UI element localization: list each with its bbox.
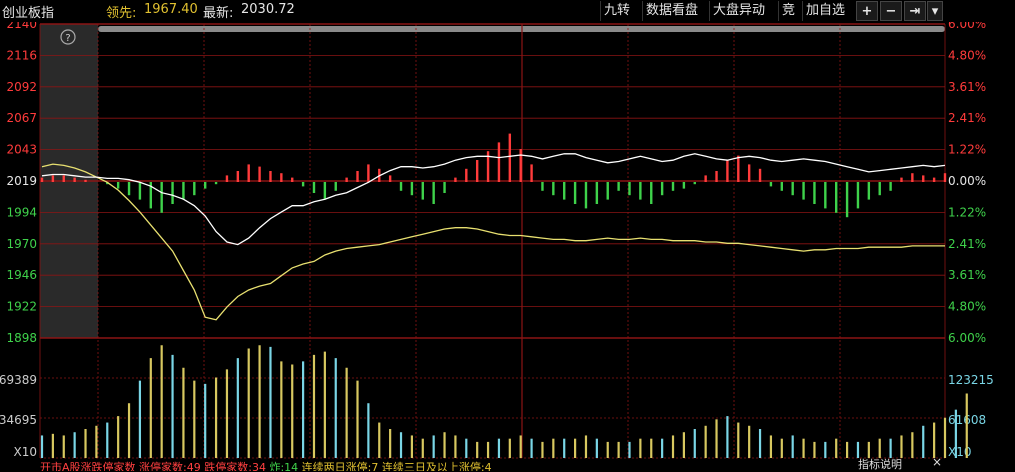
left-price-tick: 1970 — [6, 237, 37, 251]
intraday-chart[interactable]: ?2140 6.00%2116 4.80%2092 3.61%2067 2.41%204… — [0, 0, 1015, 468]
left-price-tick: 2019 — [6, 174, 37, 188]
right-pct-tick: 0.00% — [948, 174, 986, 188]
limit-down-count: 34 — [251, 461, 266, 471]
auction-button[interactable]: 竞 — [778, 1, 798, 21]
footer-label-2: 跌停家数: — [204, 461, 252, 471]
price-line — [41, 153, 946, 246]
next-icon[interactable]: ⇥ — [904, 1, 926, 21]
volume-unit-right: X10 — [948, 445, 972, 459]
right-pct-tick: 3.61% — [948, 268, 986, 282]
footer-label-5: 连续三日及以上涨停: — [381, 461, 485, 471]
left-price-tick: 1898 — [6, 331, 37, 345]
toolbar: 创业板指 领先: 1967.40 最新: 2030.72 九转 数据看盘 大盘异… — [0, 0, 1015, 22]
volume-left-tick: 34695 — [0, 413, 37, 427]
right-pct-tick: 4.80% — [948, 48, 986, 62]
right-pct-tick: 3.61% — [948, 80, 986, 94]
volume-right-tick: 123215 — [948, 373, 994, 387]
two-day-count: 7 — [371, 461, 379, 471]
indicator-help-button[interactable]: 指标说明 — [858, 456, 902, 472]
three-day-count: 4 — [484, 461, 492, 471]
dropdown-icon[interactable]: ▾ — [927, 1, 943, 21]
left-price-tick: 2116 — [6, 48, 37, 62]
minus-icon[interactable]: − — [880, 1, 902, 21]
add-watchlist-button[interactable]: 加自选 — [802, 1, 848, 21]
nine-turn-button[interactable]: 九转 — [600, 1, 633, 21]
latest-label: 最新: — [203, 6, 234, 21]
close-icon[interactable]: × — [932, 455, 942, 469]
left-price-tick: 1994 — [6, 205, 37, 219]
right-pct-tick: 1.22% — [948, 143, 986, 157]
data-view-button[interactable]: 数据看盘 — [642, 1, 701, 21]
lead-value: 1967.40 — [144, 2, 198, 17]
broken-count: 14 — [284, 461, 299, 471]
plus-icon[interactable]: + — [856, 1, 878, 21]
left-price-tick: 1946 — [6, 268, 37, 282]
footer-label-4: 连续两日涨停: — [301, 461, 372, 471]
right-pct-tick: 1.22% — [948, 205, 986, 219]
right-pct-tick: 6.00% — [948, 331, 986, 345]
lead-line — [41, 163, 945, 321]
left-price-tick: 2067 — [6, 111, 37, 125]
volume-unit-left: X10 — [14, 445, 38, 459]
footer-label-3: 炸: — [269, 461, 285, 471]
volume-left-tick: 69389 — [0, 373, 37, 387]
limit-stats-footer: 开市A股涨跌停家数 涨停家数:49 跌停家数:34 炸:14 连续两日涨停:7 … — [40, 459, 900, 471]
right-pct-tick: 2.41% — [948, 111, 986, 125]
left-price-tick: 2043 — [6, 143, 37, 157]
limit-up-count: 49 — [186, 461, 201, 471]
left-price-tick: 2092 — [6, 80, 37, 94]
market-change-button[interactable]: 大盘异动 — [709, 1, 768, 21]
latest-value: 2030.72 — [241, 2, 295, 17]
index-name: 创业板指 — [2, 6, 55, 21]
footer-label-1: 开市A股涨跌停家数 涨停家数: — [40, 461, 187, 471]
help-question-icon: ? — [65, 33, 70, 44]
lead-label: 领先: — [106, 6, 137, 21]
right-pct-tick: 2.41% — [948, 237, 986, 251]
left-price-tick: 1922 — [6, 300, 37, 314]
right-pct-tick: 4.80% — [948, 300, 986, 314]
